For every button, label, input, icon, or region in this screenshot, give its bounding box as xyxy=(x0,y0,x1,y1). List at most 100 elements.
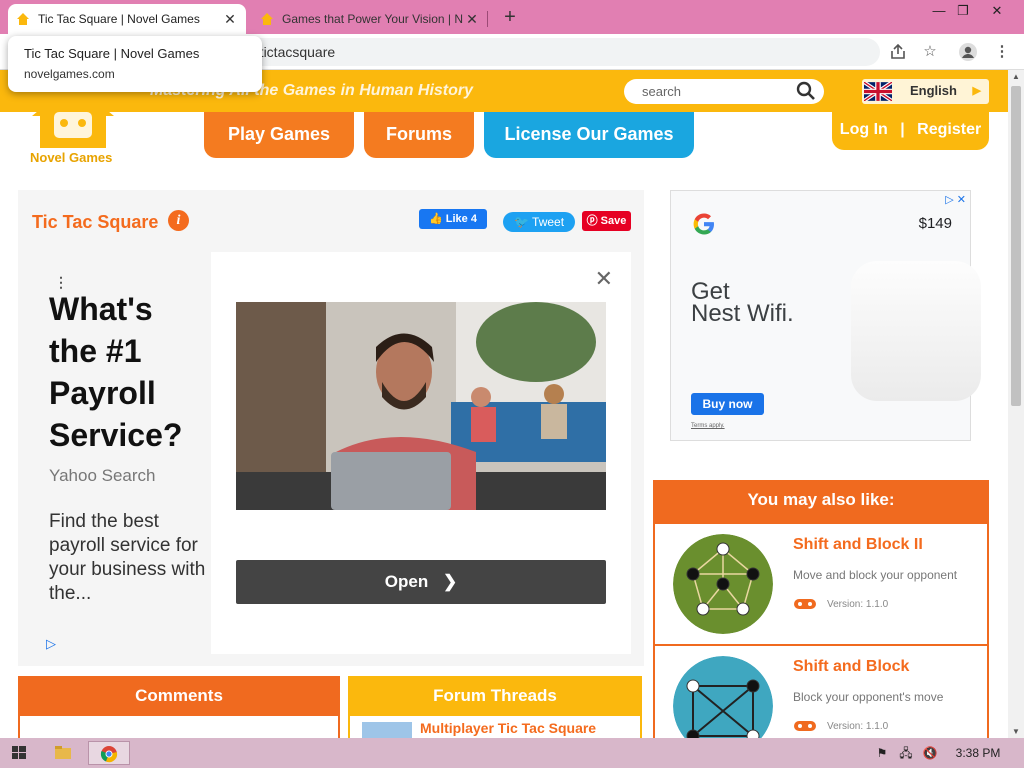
tab-games-that-power[interactable]: Games that Power Your Vision | N ✕ xyxy=(252,4,488,34)
ad-open-button[interactable]: Open ❯ xyxy=(236,560,606,604)
search-placeholder: search xyxy=(642,84,682,99)
account-links: Log In | Register xyxy=(832,112,989,150)
tab-title: Tic Tac Square | Novel Games xyxy=(38,12,200,26)
payroll-ad-media[interactable]: ✕ Open ❯ xyxy=(211,252,631,654)
new-tab-icon[interactable]: + xyxy=(500,6,520,29)
volume-muted-icon[interactable]: 🔇 xyxy=(920,741,940,765)
scroll-down-icon[interactable]: ▼ xyxy=(1012,727,1020,736)
gamepad-icon xyxy=(794,721,816,731)
also-like-title[interactable]: Shift and Block xyxy=(793,658,909,676)
novel-games-favicon-icon xyxy=(17,13,29,25)
forum-thread-link[interactable]: Multiplayer Tic Tac Square xyxy=(420,720,596,736)
save-label: Save xyxy=(600,215,627,227)
also-like-item[interactable]: Shift and Block Block your opponent's mo… xyxy=(653,648,989,738)
scroll-up-icon[interactable]: ▲ xyxy=(1012,72,1020,81)
tweet-button[interactable]: 🐦 Tweet xyxy=(503,212,575,232)
adchoices-close-icon[interactable]: ▷ ✕ xyxy=(945,193,966,206)
payroll-ad-text[interactable]: ⋮ What's the #1 Payroll Service? Yahoo S… xyxy=(32,252,210,654)
ad-close-icon[interactable]: ✕ xyxy=(595,266,613,292)
novel-games-favicon-icon xyxy=(261,13,273,25)
action-center-flag-icon[interactable]: ⚑ xyxy=(872,741,892,765)
forum-threads-heading: Forum Threads xyxy=(348,676,642,718)
nest-wifi-ad[interactable]: $149 Get Nest Wifi. Buy now Terms apply.… xyxy=(670,190,981,441)
address-bar[interactable]: n/tictacsquare xyxy=(200,38,880,66)
ad-title-line2: Nest Wifi. xyxy=(691,300,794,327)
gamepad-icon xyxy=(794,599,816,609)
pinterest-save-button[interactable]: ⓟ Save xyxy=(582,211,631,231)
language-label: English xyxy=(910,83,957,98)
link-separator: | xyxy=(900,121,905,138)
windows-start-icon[interactable] xyxy=(6,741,32,765)
nav-play-games-button[interactable]: Play Games xyxy=(204,112,354,158)
shift-and-block-thumbnail[interactable] xyxy=(673,656,773,738)
login-link[interactable]: Log In xyxy=(840,121,888,138)
comments-box xyxy=(18,716,340,738)
also-like-desc: Block your opponent's move xyxy=(793,690,944,704)
tab-tic-tac-square[interactable]: Tic Tac Square | Novel Games ✕ xyxy=(8,4,246,34)
search-icon[interactable] xyxy=(796,81,816,101)
forum-threads-box: Multiplayer Tic Tac Square xyxy=(348,716,642,738)
windows-taskbar: ⚑ 🖧 🔇 3:38 PM xyxy=(0,738,1024,768)
tab-close-icon[interactable]: ✕ xyxy=(222,11,238,28)
also-like-version: Version: 1.1.0 xyxy=(793,720,888,732)
facebook-like-button[interactable]: 👍 Like 4 xyxy=(419,209,487,229)
also-like-heading: You may also like: xyxy=(653,480,989,524)
chrome-icon xyxy=(100,746,118,763)
scrollbar-thumb[interactable] xyxy=(1011,86,1021,406)
also-like-item[interactable]: Shift and Block II Move and block your o… xyxy=(653,526,989,646)
language-selector[interactable]: English ▶ xyxy=(862,79,989,104)
logo-text: Novel Games xyxy=(30,150,113,165)
nav-forums-button[interactable]: Forums xyxy=(364,112,474,158)
share-icon[interactable] xyxy=(888,42,908,62)
chrome-taskbar-button[interactable] xyxy=(88,741,130,765)
nav-license-button[interactable]: License Our Games xyxy=(484,112,694,158)
buy-now-button[interactable]: Buy now xyxy=(691,393,764,415)
forum-thread-thumbnail[interactable] xyxy=(362,722,412,738)
version-label: Version: 1.1.0 xyxy=(827,720,889,732)
hover-card-url: novelgames.com xyxy=(24,67,115,81)
twitter-bird-icon: 🐦 xyxy=(513,215,529,229)
tab-separator xyxy=(487,11,488,27)
network-icon[interactable]: 🖧 xyxy=(896,741,916,765)
web-page: Mastering All the Games in Human History… xyxy=(0,70,1008,738)
chevron-right-icon: ▶ xyxy=(972,85,981,97)
chrome-menu-icon[interactable]: ⋮ xyxy=(992,42,1012,62)
register-link[interactable]: Register xyxy=(917,121,981,138)
ad-body-text: Find the best payroll service for your b… xyxy=(49,511,206,604)
fb-like-label: Like 4 xyxy=(445,213,477,225)
adchoices-icon[interactable]: ▷ xyxy=(46,636,56,652)
ad-open-label: Open xyxy=(384,572,429,591)
site-search-input[interactable]: search xyxy=(624,79,824,104)
pinterest-icon: ⓟ xyxy=(586,215,598,227)
shift-and-block-ii-thumbnail[interactable] xyxy=(673,534,773,634)
also-like-desc: Move and block your opponent xyxy=(793,568,958,582)
bookmark-star-icon[interactable]: ☆ xyxy=(920,42,940,62)
tweet-label: Tweet xyxy=(532,215,565,229)
file-explorer-icon[interactable] xyxy=(50,741,76,765)
ad-title: Get Nest Wifi. xyxy=(691,280,794,327)
game-title: Tic Tac Square xyxy=(32,212,159,232)
tab-close-icon[interactable]: ✕ xyxy=(464,11,480,28)
taskbar-clock[interactable]: 3:38 PM xyxy=(952,741,1004,765)
nest-wifi-device-image xyxy=(851,261,981,401)
uk-flag-icon xyxy=(864,82,892,101)
restore-icon[interactable]: ❐ xyxy=(946,0,980,24)
ad-photo-man-with-laptop[interactable] xyxy=(236,302,606,510)
tab-title: Games that Power Your Vision | N xyxy=(282,12,463,26)
page-scrollbar[interactable]: ▲ ▼ xyxy=(1008,70,1024,738)
tab-hover-card: Tic Tac Square | Novel Games novelgames.… xyxy=(8,36,262,92)
profile-avatar-icon[interactable] xyxy=(958,42,978,62)
window-close-icon[interactable]: ✕ xyxy=(980,0,1014,24)
info-icon[interactable]: i xyxy=(168,210,189,231)
terms-link[interactable]: Terms apply. xyxy=(691,423,725,429)
also-like-title[interactable]: Shift and Block II xyxy=(793,536,923,554)
comments-heading: Comments xyxy=(18,676,340,718)
also-like-version: Version: 1.1.0 xyxy=(793,598,888,610)
ad-price: $149 xyxy=(918,215,952,232)
ad-headline[interactable]: What's the #1 Payroll Service? xyxy=(49,288,209,456)
version-label: Version: 1.1.0 xyxy=(827,598,889,610)
game-panel: Tic Tac Square i 👍 Like 4 🐦 Tweet ⓟ Save… xyxy=(18,190,644,666)
browser-tab-bar: Tic Tac Square | Novel Games ✕ Games tha… xyxy=(0,0,1024,34)
hover-card-title: Tic Tac Square | Novel Games xyxy=(24,46,200,61)
chevron-right-icon: ❯ xyxy=(442,572,458,591)
